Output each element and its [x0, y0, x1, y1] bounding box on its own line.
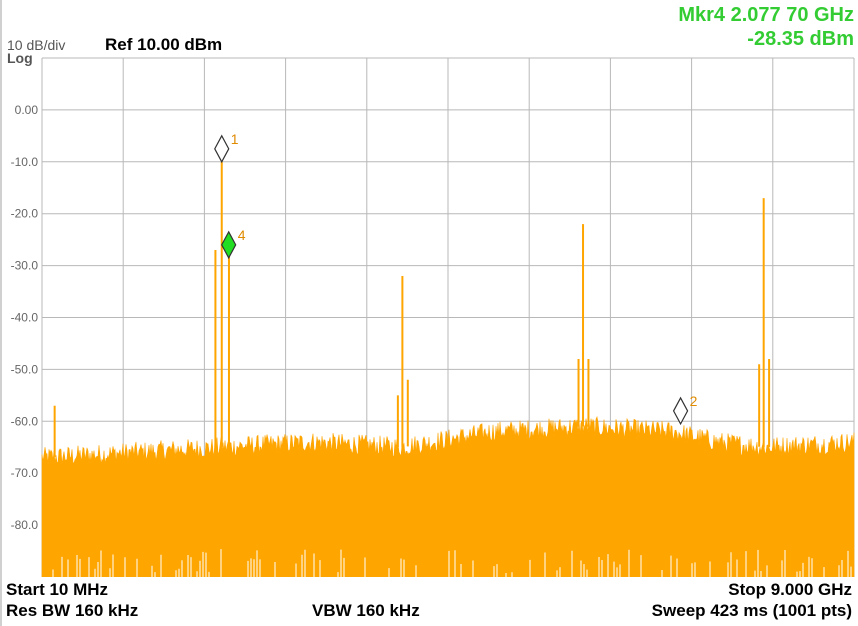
- stop-frequency: Stop 9.000 GHz: [728, 580, 852, 599]
- video-bandwidth: VBW 160 kHz: [312, 601, 420, 620]
- marker-2-diamond[interactable]: [672, 396, 689, 426]
- marker-1-diamond[interactable]: [214, 134, 230, 164]
- y-tick-label: -80.0: [11, 518, 39, 532]
- marker-4-label: 4: [238, 227, 246, 243]
- y-tick-label: -10.0: [11, 155, 39, 169]
- y-tick-label: -40.0: [11, 311, 39, 325]
- markers[interactable]: 1 4 2: [214, 131, 698, 426]
- y-tick-label: 0.00: [15, 103, 39, 117]
- marker-readout-amplitude: -28.35 dBm: [747, 28, 854, 50]
- marker-readout-frequency: Mkr4 2.077 70 GHz: [678, 4, 854, 26]
- marker-2-label: 2: [690, 393, 698, 409]
- y-tick-label: -20.0: [11, 207, 39, 221]
- y-tick-label: -70.0: [11, 466, 39, 480]
- spectrum-plot[interactable]: 1 4 2 0.00 -10.0 -20.0 -30.0 -40.0 -50.0 -60.0 -7…: [0, 55, 858, 577]
- sweep-info: Sweep 423 ms (1001 pts): [651, 601, 852, 620]
- reference-level: Ref 10.00 dBm: [105, 35, 223, 54]
- noise-floor-trace: [41, 416, 855, 577]
- y-tick-label: -60.0: [11, 414, 39, 428]
- resolution-bandwidth: Res BW 160 kHz: [6, 601, 139, 620]
- y-axis-ticks: 0.00 -10.0 -20.0 -30.0 -40.0 -50.0 -60.0 -70.0 -…: [11, 103, 39, 532]
- y-tick-label: -30.0: [11, 259, 39, 273]
- y-tick-label: -50.0: [11, 362, 39, 376]
- marker-1-label: 1: [231, 131, 239, 147]
- marker-4-diamond[interactable]: [221, 230, 237, 260]
- start-frequency: Start 10 MHz: [6, 580, 109, 599]
